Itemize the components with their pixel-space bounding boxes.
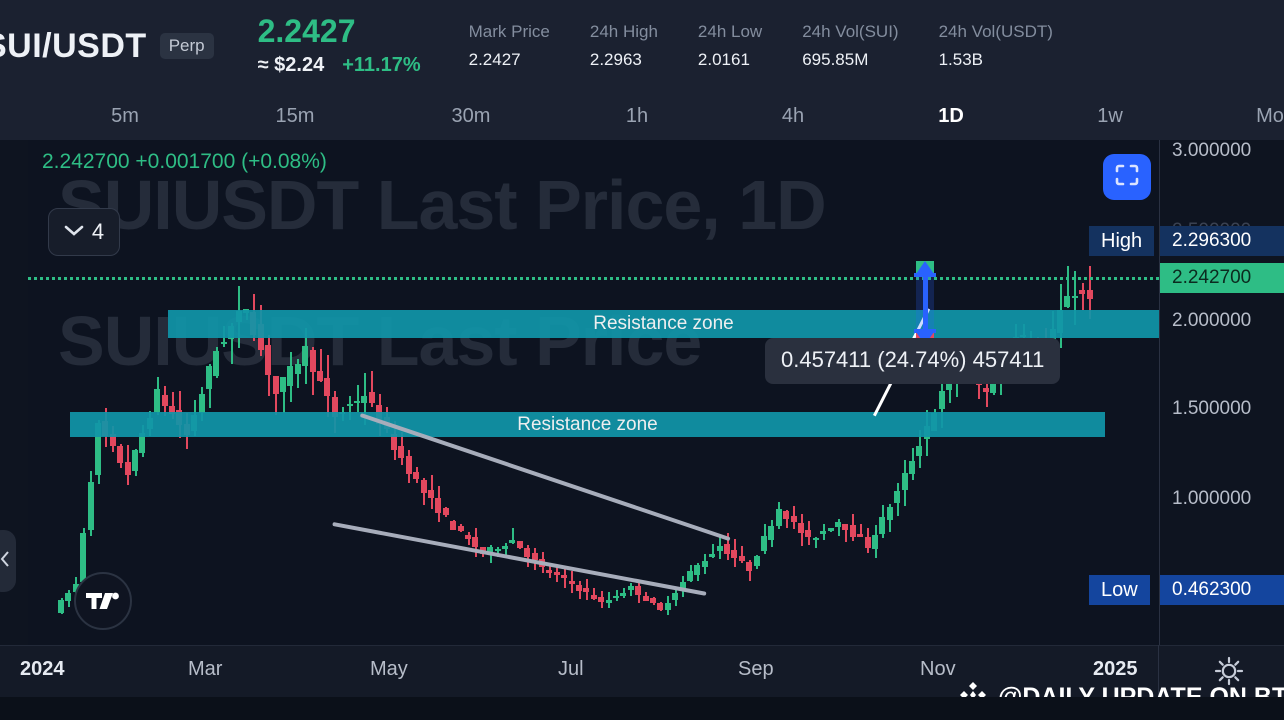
trading-chart-app: SUI/USDT Perp 2.2427 ≈ $2.24 +11.17% Mar… [0, 0, 1284, 720]
price-subline: ≈ $2.24 +11.17% [258, 54, 421, 77]
timeframe-4h[interactable]: 4h [763, 105, 823, 128]
symbol-name: SUI/USDT [0, 27, 147, 66]
market-stat-label: 24h Vol(USDT) [939, 22, 1053, 42]
time-tick-mar: Mar [188, 658, 222, 681]
market-stat-label: 24h Low [698, 22, 762, 42]
market-stat: Mark Price 2.2427 [469, 22, 550, 71]
resistance-zone-upper: Resistance zone [168, 310, 1159, 338]
market-stat-label: 24h Vol(SUI) [802, 22, 898, 42]
measurement-arrow[interactable] [916, 262, 934, 344]
timeframe-5m[interactable]: 5m [95, 105, 155, 128]
time-tick-nov: Nov [920, 658, 956, 681]
usd-approx-price: ≈ $2.24 [258, 54, 325, 77]
time-tick-may: May [370, 658, 408, 681]
price-plot[interactable]: SUIUSDT Last Price, 1D SUIUSDT Last Pric… [28, 140, 1159, 645]
price-tick-1-5: 1.500000 [1172, 398, 1251, 420]
market-stat-value: 2.0161 [698, 50, 762, 70]
market-stat-label: 24h High [590, 22, 658, 42]
timeframe-1h[interactable]: 1h [607, 105, 667, 128]
resistance-zone-upper-label: Resistance zone [593, 313, 733, 335]
current-price-line [28, 277, 1159, 280]
market-stat-value: 1.53B [939, 50, 1053, 70]
price-tick-1: 1.000000 [1172, 488, 1251, 510]
market-stat: 24h High 2.2963 [590, 22, 658, 71]
market-stats: Mark Price 2.2427 24h High 2.2963 24h Low 2.0… [469, 22, 1093, 71]
high-tag: High [1089, 226, 1154, 256]
high-price-badge: 2.296300 [1160, 226, 1284, 256]
symbol-block[interactable]: SUI/USDT Perp [0, 27, 214, 66]
market-stat: 24h Low 2.0161 [698, 22, 762, 71]
market-stat: 24h Vol(USDT) 1.53B [939, 22, 1053, 71]
market-stat-value: 2.2963 [590, 50, 658, 70]
fullscreen-button[interactable] [1103, 154, 1151, 200]
plot-background [28, 140, 1159, 645]
price-change-percent: +11.17% [342, 54, 420, 77]
chevron-left-icon [0, 550, 11, 573]
low-price-badge: 0.462300 [1160, 575, 1284, 605]
indicator-count-value: 4 [92, 219, 104, 245]
chevron-down-icon [64, 223, 84, 241]
chart-legend: 2.242700 +0.001700 (+0.08%) [42, 150, 327, 174]
resistance-zone-lower-label: Resistance zone [517, 414, 657, 436]
price-tick-3: 3.000000 [1172, 140, 1251, 162]
timeframe-1D[interactable]: 1D [921, 105, 981, 128]
measurement-tooltip: 0.457411 (24.74%) 457411 [765, 338, 1060, 384]
market-stat-label: Mark Price [469, 22, 550, 42]
measurement-cap-bottom [914, 329, 936, 333]
last-price: 2.2427 [258, 15, 421, 49]
time-tick-2025: 2025 [1093, 658, 1138, 681]
timeframe-bar: 5m 15m 30m 1h 4h 1D 1w Mo [0, 92, 1284, 140]
tradingview-logo[interactable] [74, 572, 132, 630]
market-stat-value: 695.85M [802, 50, 898, 70]
timeframe-30m[interactable]: 30m [441, 105, 501, 128]
time-tick-sep: Sep [738, 658, 774, 681]
resistance-zone-lower: Resistance zone [70, 412, 1105, 437]
contract-type-badge: Perp [160, 33, 214, 59]
fullscreen-icon [1114, 163, 1140, 192]
measurement-cap-top [914, 273, 936, 277]
footer-strip [0, 697, 1284, 720]
price-tick-2: 2.000000 [1172, 310, 1251, 332]
price-block: 2.2427 ≈ $2.24 +11.17% [258, 15, 421, 78]
indicator-count-dropdown[interactable]: 4 [48, 208, 120, 256]
market-header: SUI/USDT Perp 2.2427 ≈ $2.24 +11.17% Mar… [0, 0, 1284, 92]
time-tick-2024: 2024 [20, 658, 65, 681]
market-stat-value: 2.2427 [469, 50, 550, 70]
time-tick-jul: Jul [558, 658, 584, 681]
market-stat: 24h Vol(SUI) 695.85M [802, 22, 898, 71]
low-tag: Low [1089, 575, 1150, 605]
timeframe-1w[interactable]: 1w [1080, 105, 1140, 128]
panel-collapse-handle[interactable] [0, 530, 16, 592]
timeframe-Mo[interactable]: Mo [1240, 105, 1284, 128]
last-price-badge: 2.242700 [1160, 263, 1284, 293]
timeframe-15m[interactable]: 15m [265, 105, 325, 128]
price-axis[interactable]: 3.000000 2.500000 2.000000 1.500000 1.00… [1159, 140, 1284, 645]
